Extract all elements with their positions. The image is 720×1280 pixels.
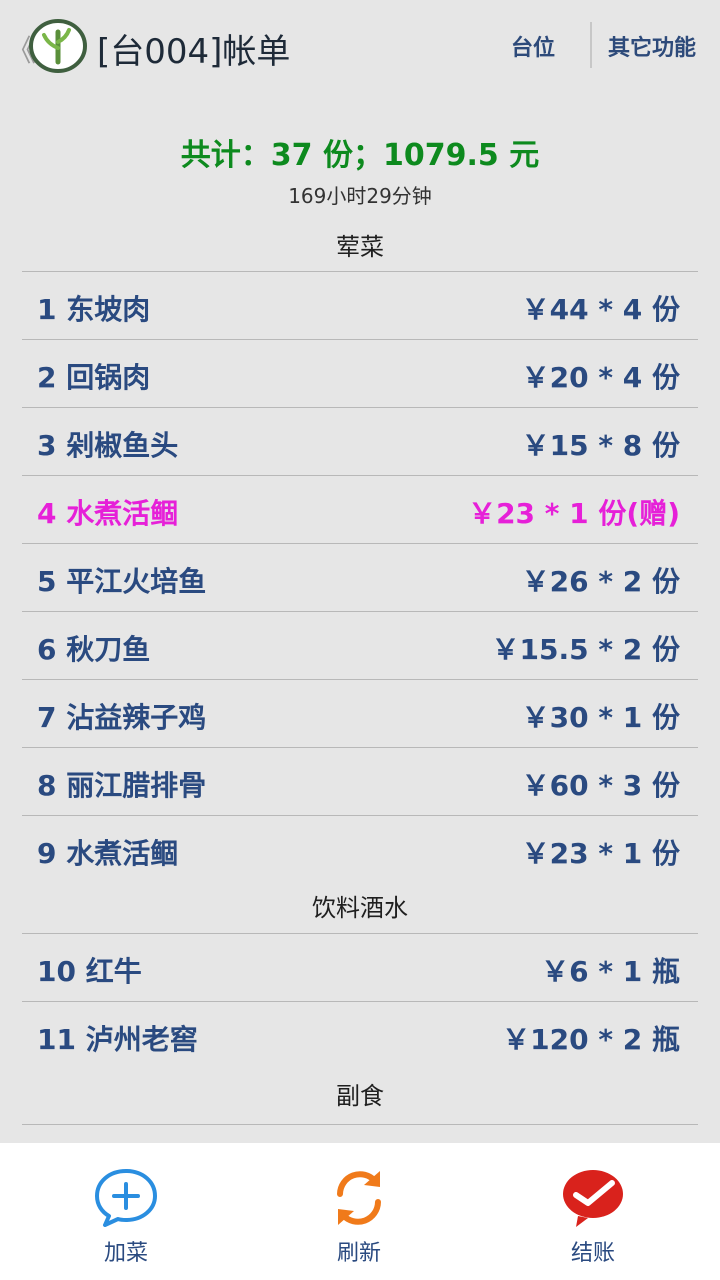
page-title: [台004]帐单 xyxy=(97,32,291,72)
item-name: 10 红牛 xyxy=(37,955,142,988)
item-price: ￥23 * 1 份(赠) xyxy=(468,497,680,530)
item-name: 3 剁椒鱼头 xyxy=(37,429,179,462)
item-name: 4 水煮活鲴 xyxy=(37,497,179,530)
list-item[interactable]: 2 回锅肉 ￥20 * 4 份 xyxy=(22,339,698,407)
list-item[interactable]: 7 沾益辣子鸡 ￥30 * 1 份 xyxy=(22,679,698,747)
item-name: 8 丽江腊排骨 xyxy=(37,769,207,802)
bill-list: 荤菜 1 东坡肉 ￥44 * 4 份 2 回锅肉 ￥20 * 4 份 3 剁椒鱼… xyxy=(22,224,698,1143)
checkout-button[interactable]: 结账 xyxy=(533,1167,653,1267)
item-name: 6 秋刀鱼 xyxy=(37,633,151,666)
tab-label: 结账 xyxy=(570,1241,615,1266)
item-name: 11 泸州老窖 xyxy=(37,1023,198,1056)
list-item[interactable]: 11 泸州老窖 ￥120 * 2 瓶 xyxy=(22,1001,698,1069)
item-price: ￥15 * 8 份 xyxy=(521,429,680,462)
item-price: ￥26 * 2 份 xyxy=(521,565,680,598)
item-price: ￥60 * 3 份 xyxy=(521,769,680,802)
list-item[interactable]: 3 剁椒鱼头 ￥15 * 8 份 xyxy=(22,407,698,475)
section-title: 副食 xyxy=(336,1082,384,1110)
app-header: 《 [台004]帐单 台位 其它功能 xyxy=(0,0,720,92)
item-name: 5 平江火培鱼 xyxy=(37,565,207,598)
item-price: ￥15.5 * 2 份 xyxy=(491,633,680,666)
item-name: 2 回锅肉 xyxy=(37,361,151,394)
refresh-button[interactable]: 刷新 xyxy=(299,1167,419,1267)
refresh-icon xyxy=(337,1171,381,1225)
section-title: 荤菜 xyxy=(336,233,384,261)
section-title: 饮料酒水 xyxy=(312,894,408,922)
item-name: 1 东坡肉 xyxy=(37,293,151,326)
add-dish-button[interactable]: 加菜 xyxy=(66,1167,186,1267)
item-price: ￥23 * 1 份 xyxy=(521,837,680,870)
list-item[interactable]: 9 水煮活鲴 ￥23 * 1 份 xyxy=(22,815,698,883)
order-total: 共计：37 份；1079.5 元 xyxy=(180,138,540,173)
tab-label: 刷新 xyxy=(336,1241,381,1266)
list-item[interactable]: 5 平江火培鱼 ￥26 * 2 份 xyxy=(22,543,698,611)
bottom-action-bar: 加菜 刷新 结账 xyxy=(0,1143,720,1280)
item-price: ￥30 * 1 份 xyxy=(521,701,680,734)
bamboo-logo-icon xyxy=(29,19,87,73)
checkout-check-icon xyxy=(563,1170,623,1227)
item-price: ￥20 * 4 份 xyxy=(521,361,680,394)
tab-label: 加菜 xyxy=(103,1241,148,1266)
item-price: ￥44 * 4 份 xyxy=(521,293,680,326)
more-functions-button[interactable]: 其它功能 xyxy=(608,30,696,62)
divider xyxy=(22,1124,698,1143)
list-item[interactable]: 6 秋刀鱼 ￥15.5 * 2 份 xyxy=(22,611,698,679)
list-item[interactable]: 10 红牛 ￥6 * 1 瓶 xyxy=(22,933,698,1001)
item-name: 9 水煮活鲴 xyxy=(37,837,179,870)
table-button[interactable]: 台位 xyxy=(511,30,555,62)
elapsed-time: 169小时29分钟 xyxy=(288,184,432,208)
list-item[interactable]: 1 东坡肉 ￥44 * 4 份 xyxy=(22,271,698,339)
list-item-gift[interactable]: 4 水煮活鲴 ￥23 * 1 份(赠) xyxy=(22,475,698,543)
header-divider xyxy=(590,22,592,68)
item-price: ￥120 * 2 瓶 xyxy=(502,1023,680,1056)
list-item[interactable]: 8 丽江腊排骨 ￥60 * 3 份 xyxy=(22,747,698,815)
item-price: ￥6 * 1 瓶 xyxy=(541,955,680,988)
item-name: 7 沾益辣子鸡 xyxy=(37,701,207,734)
add-bubble-icon xyxy=(95,1169,157,1227)
